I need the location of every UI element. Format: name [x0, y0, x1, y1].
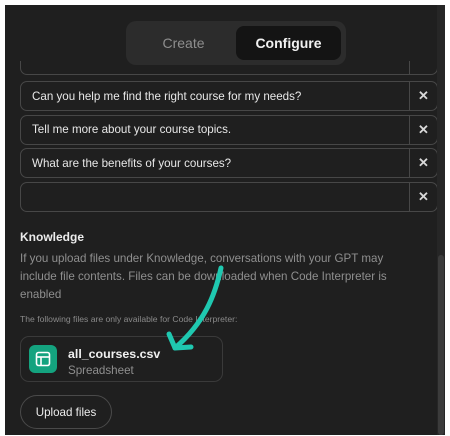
close-icon: ✕	[418, 188, 429, 204]
knowledge-title: Knowledge	[20, 230, 85, 244]
annotation-arrow	[166, 265, 224, 351]
starter-input[interactable]	[21, 115, 409, 144]
starter-row: ✕	[20, 181, 438, 212]
close-icon: ✕	[418, 88, 429, 103]
mode-tabs: Create Configure	[126, 21, 346, 65]
tab-create[interactable]: Create	[131, 26, 236, 60]
starter-input[interactable]	[21, 149, 409, 177]
starter-row-partial	[20, 61, 438, 75]
file-type: Spreadsheet	[68, 364, 134, 377]
starter-row: ✕	[20, 114, 438, 145]
spreadsheet-icon	[29, 345, 57, 373]
remove-starter-button[interactable]: ✕	[409, 82, 437, 110]
starter-input[interactable]	[21, 82, 409, 110]
starter-row: ✕	[20, 148, 438, 178]
close-icon: ✕	[418, 121, 429, 137]
remove-starter-button[interactable]: ✕	[409, 115, 437, 144]
starter-input[interactable]	[21, 182, 409, 211]
tab-configure[interactable]: Configure	[236, 26, 341, 60]
scrollbar-thumb[interactable]	[438, 255, 444, 435]
scrollbar[interactable]	[437, 5, 445, 435]
upload-files-button[interactable]: Upload files	[20, 395, 112, 429]
gpt-configure-panel: Create Configure ✕ ✕ ✕ ✕ Knowledge If yo…	[5, 5, 445, 435]
conversation-starters: ✕ ✕ ✕ ✕	[20, 81, 438, 215]
file-name: all_courses.csv	[68, 347, 161, 361]
close-icon: ✕	[418, 155, 429, 170]
remove-starter-button[interactable]: ✕	[409, 149, 437, 177]
remove-starter-button[interactable]: ✕	[409, 182, 437, 211]
starter-row: ✕	[20, 81, 438, 111]
